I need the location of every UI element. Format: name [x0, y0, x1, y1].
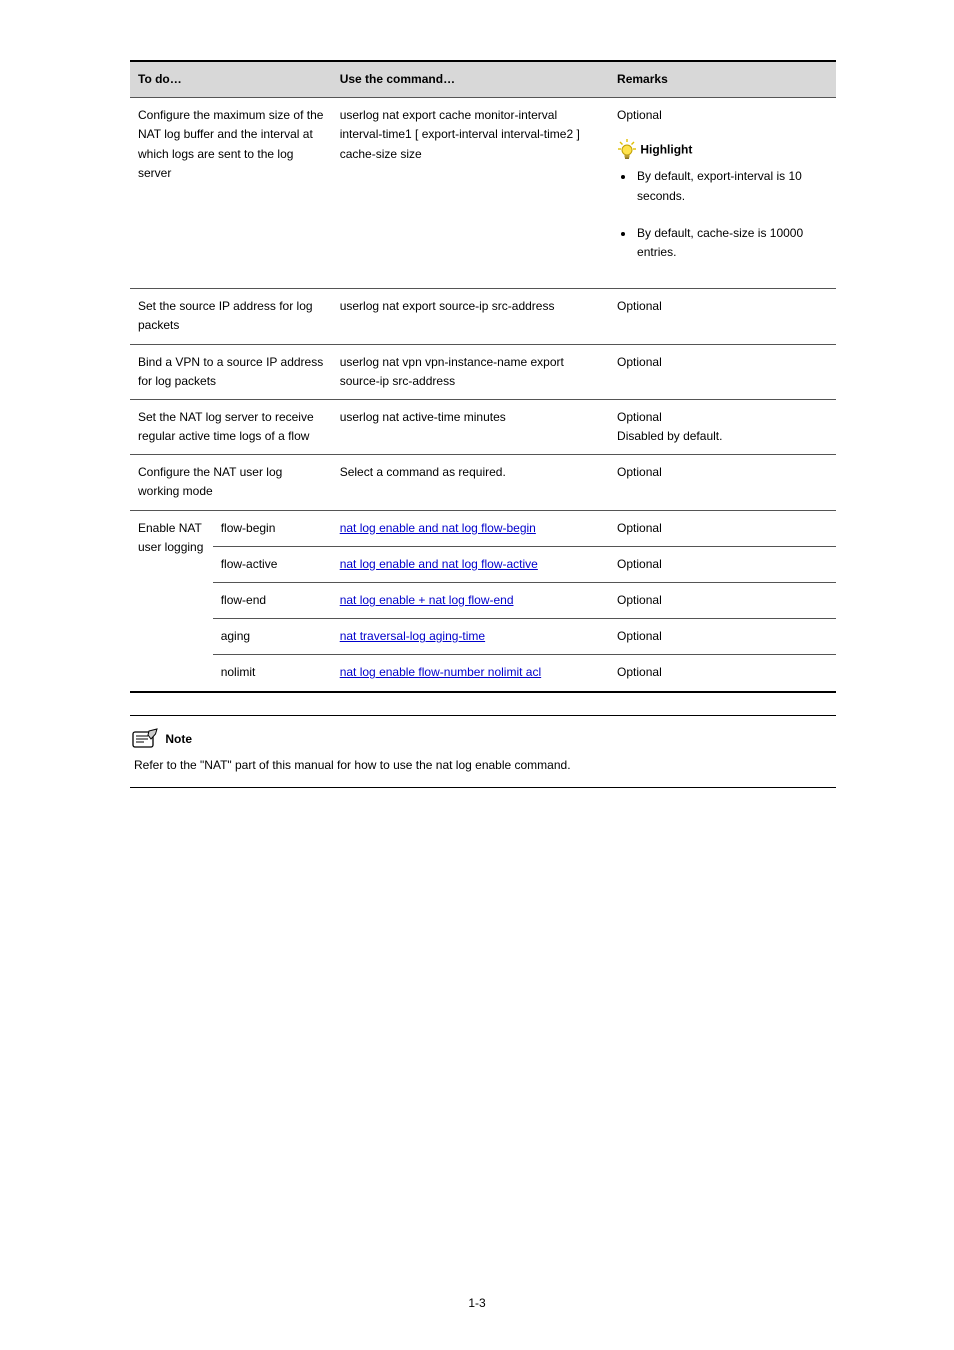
row-mode: Configure the NAT user log working mode …	[130, 455, 836, 510]
page-number: 1-3	[0, 1296, 954, 1310]
cell-todo: Configure the NAT user log working mode	[130, 455, 332, 510]
note-label: Note	[165, 732, 192, 746]
cell-remarks: Optional	[609, 655, 836, 692]
lightbulb-icon	[617, 139, 637, 161]
cell-remarks: Optional	[609, 289, 836, 344]
table-header-row: To do… Use the command… Remarks	[130, 61, 836, 98]
col-header-command: Use the command…	[332, 61, 609, 98]
cell-command: userlog nat export source-ip src-address	[332, 289, 609, 344]
highlight-bullets: By default, export-interval is 10 second…	[635, 167, 828, 262]
cell-group-label: Enable NAT user logging	[130, 510, 213, 691]
remarks-optional: Optional	[617, 106, 828, 125]
cell-command: nat log enable flow-number nolimit acl	[332, 655, 609, 692]
row-ref-nolimit: nolimit nat log enable flow-number nolim…	[130, 655, 836, 692]
cell-remarks: Optional High	[609, 98, 836, 289]
row-source-ip: Set the source IP address for log packet…	[130, 289, 836, 344]
link-flow-active[interactable]: nat log enable and nat log flow-active	[340, 557, 538, 571]
row-vpn-bind: Bind a VPN to a source IP address for lo…	[130, 344, 836, 399]
cell-todo: Set the NAT log server to receive regula…	[130, 399, 332, 454]
cell-sub: aging	[213, 619, 332, 655]
cell-todo: Set the source IP address for log packet…	[130, 289, 332, 344]
row-ref-flow-begin: Enable NAT user logging flow-begin nat l…	[130, 510, 836, 546]
bullet-export-interval: By default, export-interval is 10 second…	[635, 167, 828, 205]
cell-command: userlog nat vpn vpn-instance-name export…	[332, 344, 609, 399]
highlight-label: Highlight	[640, 143, 692, 157]
cell-remarks: Optional	[609, 510, 836, 546]
note-text: Refer to the "NAT" part of this manual f…	[134, 756, 834, 775]
note-icon	[132, 728, 158, 750]
cell-remarks: Optional	[609, 455, 836, 510]
note-block: Note Refer to the "NAT" part of this man…	[130, 715, 836, 788]
col-header-remarks: Remarks	[609, 61, 836, 98]
col-header-todo: To do…	[130, 61, 332, 98]
bullet-cache-size: By default, cache-size is 10000 entries.	[635, 224, 828, 262]
cell-todo: Configure the maximum size of the NAT lo…	[130, 98, 332, 289]
cell-remarks: Optional	[609, 619, 836, 655]
row-ref-flow-end: flow-end nat log enable + nat log flow-e…	[130, 583, 836, 619]
row-active-time: Set the NAT log server to receive regula…	[130, 399, 836, 454]
cell-sub: nolimit	[213, 655, 332, 692]
link-flow-end[interactable]: nat log enable + nat log flow-end	[340, 593, 514, 607]
row-buffer-interval: Configure the maximum size of the NAT lo…	[130, 98, 836, 289]
link-nolimit[interactable]: nat log enable flow-number nolimit acl	[340, 665, 541, 679]
config-table: To do… Use the command… Remarks Configur…	[130, 60, 836, 693]
cell-sub: flow-begin	[213, 510, 332, 546]
link-aging[interactable]: nat traversal-log aging-time	[340, 629, 485, 643]
cell-command: nat log enable and nat log flow-active	[332, 546, 609, 582]
cell-remarks: Optional	[609, 583, 836, 619]
cell-command: Select a command as required.	[332, 455, 609, 510]
cell-remarks: Optional Disabled by default.	[609, 399, 836, 454]
cell-command: userlog nat export cache monitor-interva…	[332, 98, 609, 289]
cell-command: userlog nat active-time minutes	[332, 399, 609, 454]
cell-remarks: Optional	[609, 344, 836, 399]
cell-sub: flow-active	[213, 546, 332, 582]
cell-sub: flow-end	[213, 583, 332, 619]
row-ref-aging: aging nat traversal-log aging-time Optio…	[130, 619, 836, 655]
cell-todo: Bind a VPN to a source IP address for lo…	[130, 344, 332, 399]
cell-command: nat traversal-log aging-time	[332, 619, 609, 655]
cell-remarks: Optional	[609, 546, 836, 582]
cell-command: nat log enable and nat log flow-begin	[332, 510, 609, 546]
cell-command: nat log enable + nat log flow-end	[332, 583, 609, 619]
row-ref-flow-active: flow-active nat log enable and nat log f…	[130, 546, 836, 582]
link-flow-begin[interactable]: nat log enable and nat log flow-begin	[340, 521, 536, 535]
